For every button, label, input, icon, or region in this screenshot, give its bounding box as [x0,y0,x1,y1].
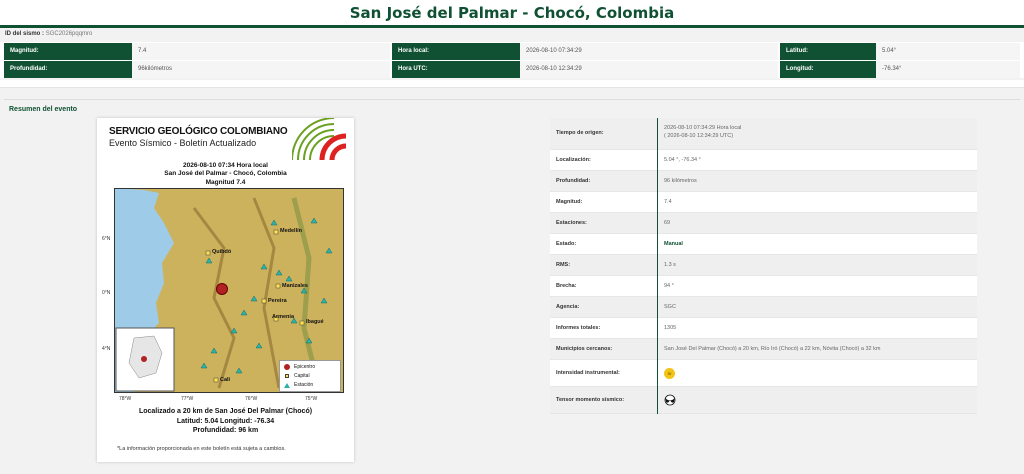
row-label: Tensor momento sísmico: [556,397,625,403]
table-row: Tiempo de origen: 2026-08-10 07:34:29 Ho… [550,118,977,150]
bulletin-image: SERVICIO GEOLÓGICO COLOMBIANO Evento Sís… [97,118,354,462]
row-value: 96 kilómetros [664,178,697,184]
row-value: 1305 [664,325,677,331]
table-row: Profundidad: 96 kilómetros [550,171,977,192]
latitude-value: 5.04° [876,43,1020,60]
table-row: Tensor momento sísmico: [550,387,977,414]
local-time-value: 2026-08-10 07:34:29 [520,43,778,60]
table-row: Estado: Manual [550,234,977,255]
city-label: Medellín [280,228,303,234]
utc-time-value: 2026-08-10 12:34:29 [520,61,778,78]
bulletin-place: San José del Palmar - Chocó, Colombia [164,170,287,177]
row-label: Localización: [556,157,591,163]
row-label: Brecha: [556,283,577,289]
row-value: 7.4 [664,199,672,205]
page-title: San José del Palmar - Chocó, Colombia [349,4,675,22]
table-row: Brecha: 94 ° [550,276,977,297]
bulletin-subtitle: Evento Sísmico - Boletín Actualizado [109,138,257,148]
epicenter-map: 6°N 0°N 4°N Medellín Quibdó Manizales Pe… [102,188,344,393]
row-label: Intensidad instrumental: [556,370,620,376]
city-label: Cali [220,377,231,383]
table-row: Magnitud: 7.4 [550,192,977,213]
bulletin-note: *La información proporcionada en este bo… [117,446,286,452]
bulletin-header: SERVICIO GEOLÓGICO COLOMBIANO Evento Sís… [97,118,354,160]
row-label: Tiempo de origen: [556,130,604,136]
lon-label: 76°W [245,396,258,402]
lat-label: 6°N [102,236,111,242]
divider-strip [0,80,1024,88]
bulletin-depth: Profundidad: 96 km [192,427,259,434]
intensity-icon[interactable]: IV [664,368,675,379]
row-value: SGC [664,304,676,310]
city-label: Pereira [268,298,287,304]
row-value: 1.3 s [664,262,676,268]
local-time-label: Hora local: [392,43,520,60]
bulletin-location: Localizado a 20 km de San José Del Palma… [138,408,313,415]
status-badge: Manual [664,241,683,247]
row-label: Agencia: [556,304,580,310]
station-legend-icon [284,383,290,388]
row-value: 94 ° [664,283,674,289]
bulletin-latlon: Latitud: 5.04 Longitud: -76.34 [176,418,275,425]
longitude-label: Longitud: [780,61,876,78]
lon-label: 77°W [181,396,194,402]
event-id-label: ID del sismo : [5,31,45,37]
event-id-value: SGC2026pqqmro [45,31,93,37]
summary-grid: Magnitud: 7.4 Hora local: 2026-08-10 07:… [0,42,1024,78]
row-label: Municipios cercanos: [556,346,613,352]
lon-label: 78°W [119,396,132,402]
sgc-logo-icon [292,118,347,160]
bulletin-magnitude: Magnitud 7.4 [205,179,246,186]
row-label: RMS: [556,262,571,268]
row-label: Informes totales: [556,325,601,331]
magnitude-value: 7.4 [132,43,390,60]
lon-label: 75°W [305,396,318,402]
row-value: ( 2026-08-10 12:34:29 UTC) [664,133,734,139]
row-value: San José Del Palmar (Chocó) a 20 km, Río… [664,346,881,352]
row-label: Estaciones: [556,220,587,226]
city-label: Manizales [282,283,308,289]
depth-value: 96kilómetros [132,61,390,78]
row-label: Magnitud: [556,199,583,205]
bulletin-datetime: 2026-08-10 07:34 Hora local [183,162,268,169]
lat-label: 4°N [102,346,111,352]
section-title: Resumen del evento [9,106,78,113]
row-label: Estado: [556,241,577,247]
row-value: 69 [664,220,671,226]
magnitude-label: Magnitud: [4,43,132,60]
map-legend: Epicentro Capital Estación [279,360,341,392]
depth-label: Profundidad: [4,61,132,78]
city-label: Armenia [272,314,295,320]
section-divider [4,99,1020,100]
beachball-icon[interactable] [664,394,676,406]
latitude-label: Latitud: [780,43,876,60]
event-id-row: ID del sismo : SGC2026pqqmro [0,28,1024,40]
table-row: Localización: 5.04 °, -76.34 ° [550,150,977,171]
epicenter-legend-icon [284,364,290,370]
bulletin-org: SERVICIO GEOLÓGICO COLOMBIANO [109,126,288,137]
row-value: 2026-08-10 07:34:29 Hora local [664,125,742,131]
table-row: RMS: 1.3 s [550,255,977,276]
table-row: Agencia: SGC [550,297,977,318]
legend-capital: Capital [294,373,310,379]
table-row: Informes totales: 1305 [550,318,977,339]
lat-label: 0°N [102,290,111,296]
city-label: Ibagué [306,319,324,325]
table-row: Estaciones: 69 [550,213,977,234]
title-bar: San José del Palmar - Chocó, Colombia [0,0,1024,28]
row-label: Profundidad: [556,178,591,184]
legend-epicenter: Epicentro [294,364,316,370]
longitude-value: -76.34° [876,61,1020,78]
table-row: Intensidad instrumental: IV [550,360,977,387]
capital-legend-icon [285,374,289,378]
details-table: Tiempo de origen: 2026-08-10 07:34:29 Ho… [550,118,977,414]
city-label: Quibdó [212,249,232,255]
legend-station: Estación [294,382,314,388]
table-row: Municipios cercanos: San José Del Palmar… [550,339,977,360]
table-divider [657,118,658,414]
utc-time-label: Hora UTC: [392,61,520,78]
row-value: 5.04 °, -76.34 ° [664,157,701,163]
